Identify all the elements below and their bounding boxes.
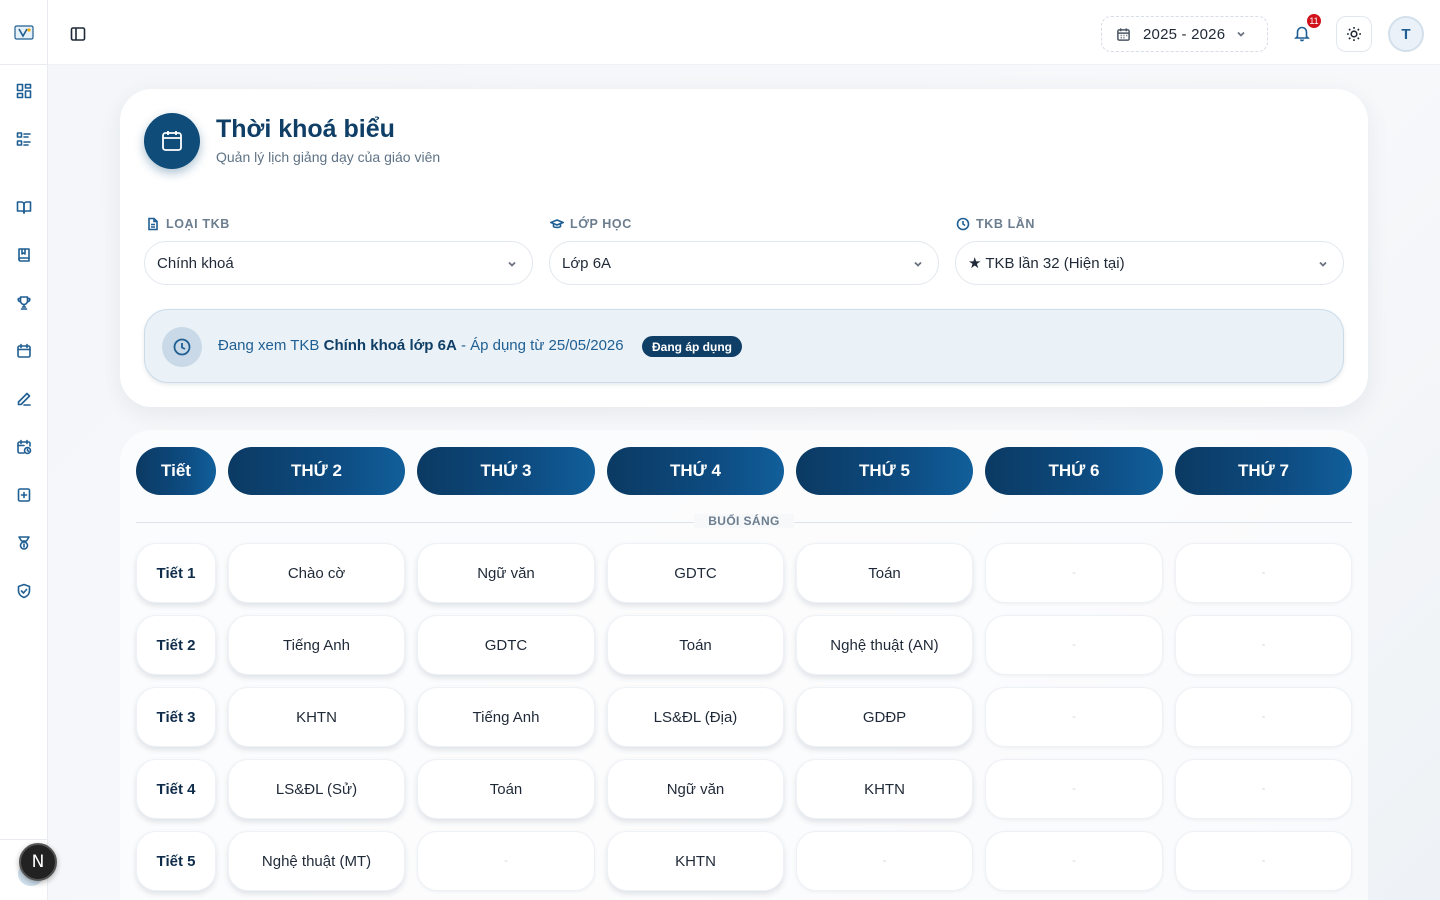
sidebar-divider [0, 64, 48, 65]
page-title: Thời khoá biểu [216, 115, 395, 143]
subject-cell[interactable]: Chào cờ [228, 543, 405, 603]
empty-cell[interactable]: - [985, 687, 1163, 747]
user-avatar[interactable]: T [1388, 16, 1424, 52]
subject-cell[interactable]: LS&ĐL (Địa) [607, 687, 784, 747]
subject-cell[interactable]: Ngữ văn [417, 543, 595, 603]
dashboard-icon[interactable] [14, 81, 34, 101]
calendar-clock-icon[interactable] [14, 437, 34, 457]
filter-class-value: Lớp 6A [562, 254, 612, 272]
subject-cell[interactable]: Toán [607, 615, 784, 675]
sidebar-toggle-icon [70, 27, 86, 41]
sidebar-bottom-divider [0, 839, 48, 840]
status-badge: Đang áp dụng [642, 336, 742, 357]
filter-version-value: ★ TKB lần 32 (Hiện tại) [968, 255, 1125, 272]
chevron-down-icon [912, 258, 924, 270]
subject-cell[interactable]: Nghệ thuật (MT) [228, 831, 405, 891]
sidebar [0, 0, 48, 900]
subject-cell[interactable]: LS&ĐL (Sử) [228, 759, 405, 819]
info-suffix: - Áp dụng từ 25/05/2026 [456, 337, 624, 354]
filter-class-label: LỚP HỌC [550, 217, 632, 231]
info-highlight: Chính khoá lớp 6A [323, 337, 457, 354]
day-column-header: THỨ 5 [796, 447, 973, 495]
book-icon[interactable] [14, 245, 34, 265]
list-icon[interactable] [14, 129, 34, 149]
chevron-down-icon [1235, 28, 1247, 40]
period-label: Tiết 3 [136, 687, 216, 747]
day-column-header: THỨ 2 [228, 447, 405, 495]
day-column-header: THỨ 3 [417, 447, 595, 495]
subject-cell[interactable]: Tiếng Anh [417, 687, 595, 747]
filter-type-label: LOẠI TKB [146, 217, 230, 231]
calendar-icon[interactable] [14, 341, 34, 361]
filter-type-select[interactable]: Chính khoá [144, 241, 533, 285]
subject-cell[interactable]: GDĐP [796, 687, 973, 747]
day-column-header: THỨ 7 [1175, 447, 1352, 495]
period-label: Tiết 1 [136, 543, 216, 603]
filter-version-label-text: TKB LẦN [976, 217, 1036, 231]
school-year-select[interactable]: 2025 - 2026 [1101, 16, 1268, 52]
theme-toggle-button[interactable] [1336, 16, 1372, 52]
subject-cell[interactable]: KHTN [607, 831, 784, 891]
document-icon [148, 217, 158, 231]
empty-cell[interactable]: - [985, 615, 1163, 675]
empty-cell[interactable]: - [1175, 543, 1352, 603]
calendar-icon [1116, 27, 1131, 42]
filter-type-label-text: LOẠI TKB [166, 217, 230, 231]
info-prefix: Đang xem TKB [218, 337, 324, 354]
toggle-sidebar-button[interactable] [68, 24, 88, 44]
sun-icon [1347, 27, 1361, 41]
filter-class-select[interactable]: Lớp 6A [549, 241, 939, 285]
subject-cell[interactable]: Nghệ thuật (AN) [796, 615, 973, 675]
top-bar: 2025 - 2026 11 T [48, 0, 1440, 65]
subject-cell[interactable]: Toán [796, 543, 973, 603]
empty-cell[interactable]: - [796, 831, 973, 891]
period-column-header: Tiết [136, 447, 216, 495]
day-column-header: THỨ 4 [607, 447, 784, 495]
period-label: Tiết 5 [136, 831, 216, 891]
subject-cell[interactable]: Tiếng Anh [228, 615, 405, 675]
trophy-icon[interactable] [14, 293, 34, 313]
subject-cell[interactable]: KHTN [796, 759, 973, 819]
empty-cell[interactable]: - [1175, 759, 1352, 819]
clock-icon [956, 217, 970, 231]
subject-cell[interactable]: GDTC [607, 543, 784, 603]
notification-count-badge: 11 [1306, 13, 1322, 29]
empty-cell[interactable]: - [985, 831, 1163, 891]
day-column-header: THỨ 6 [985, 447, 1163, 495]
graduation-cap-icon [550, 219, 564, 229]
school-year-value: 2025 - 2026 [1143, 25, 1226, 43]
award-icon[interactable] [14, 533, 34, 553]
chevron-down-icon [506, 258, 518, 270]
empty-cell[interactable]: - [417, 831, 595, 891]
filter-class-label-text: LỚP HỌC [570, 217, 632, 231]
filter-version-label: TKB LẦN [956, 217, 1035, 231]
add-document-icon[interactable] [14, 485, 34, 505]
subject-cell[interactable]: KHTN [228, 687, 405, 747]
chevron-down-icon [1317, 258, 1329, 270]
info-text: Đang xem TKB Chính khoá lớp 6A - Áp dụng… [218, 337, 624, 354]
subject-cell[interactable]: Ngữ văn [607, 759, 784, 819]
period-label: Tiết 4 [136, 759, 216, 819]
empty-cell[interactable]: - [1175, 615, 1352, 675]
page-subtitle: Quản lý lịch giảng dạy của giáo viên [216, 149, 441, 165]
period-label: Tiết 2 [136, 615, 216, 675]
filter-type-value: Chính khoá [157, 254, 234, 272]
subject-cell[interactable]: GDTC [417, 615, 595, 675]
current-timetable-info: Đang xem TKB Chính khoá lớp 6A - Áp dụng… [144, 309, 1344, 383]
pen-icon[interactable] [14, 389, 34, 409]
clock-icon [162, 327, 202, 367]
filter-version-select[interactable]: ★ TKB lần 32 (Hiện tại) [955, 241, 1344, 285]
app-logo[interactable] [14, 24, 34, 42]
subject-cell[interactable]: Toán [417, 759, 595, 819]
empty-cell[interactable]: - [1175, 687, 1352, 747]
session-label: BUỔI SÁNG [694, 514, 794, 528]
dev-tools-badge[interactable]: N [19, 843, 57, 881]
empty-cell[interactable]: - [985, 543, 1163, 603]
empty-cell[interactable]: - [1175, 831, 1352, 891]
header-card: Thời khoá biểu Quản lý lịch giảng dạy củ… [120, 89, 1368, 407]
shield-check-icon[interactable] [14, 581, 34, 601]
empty-cell[interactable]: - [985, 759, 1163, 819]
book-open-icon[interactable] [14, 197, 34, 217]
calendar-icon [144, 113, 200, 169]
